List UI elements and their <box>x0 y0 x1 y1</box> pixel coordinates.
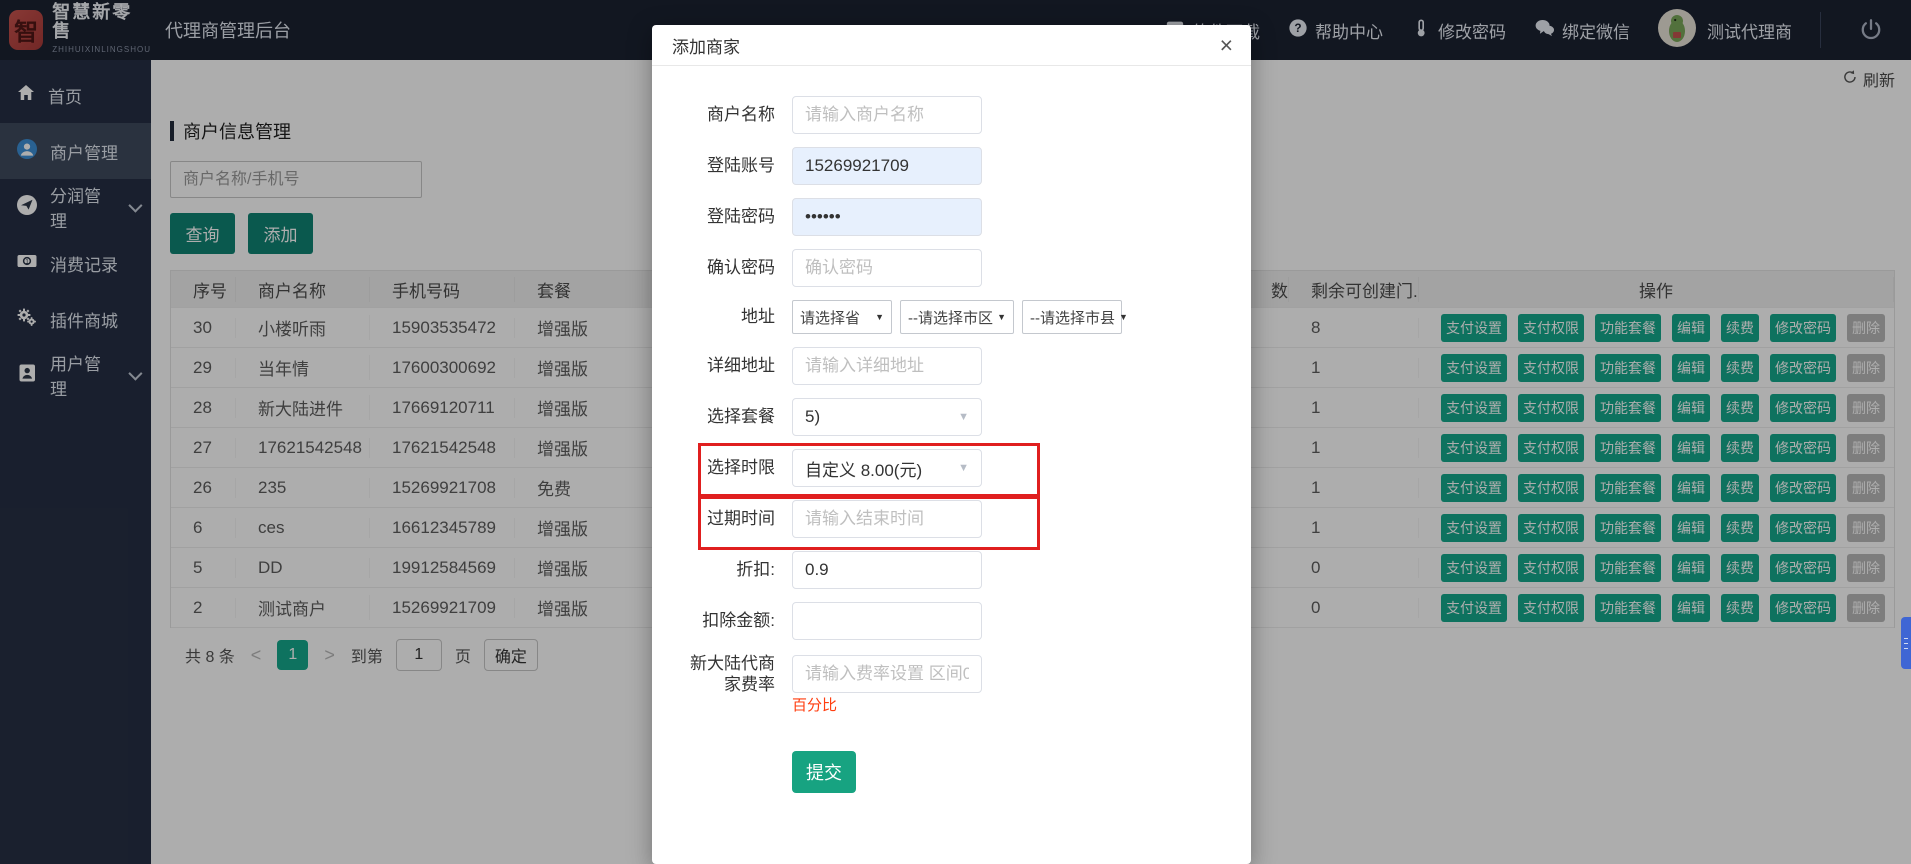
field-label-duration-select: 选择时限 <box>707 458 775 478</box>
expire-time-input[interactable] <box>792 500 982 538</box>
address-select-0[interactable]: 请选择省 ▼ <box>792 300 892 334</box>
deduct-amount-input[interactable] <box>792 602 982 640</box>
select-value: 请选择省 <box>800 309 861 327</box>
close-icon[interactable]: × <box>1220 33 1233 57</box>
field-label-newland-rate: 新大陆代商家费率 <box>690 654 775 695</box>
modal-row-login-password: 登陆密码 <box>652 198 1251 236</box>
address-select-1[interactable]: --请选择市区 ▼ <box>900 300 1014 334</box>
modal-row-package-select: 选择套餐 5) ▼ <box>652 398 1251 436</box>
field-label-login-account: 登陆账号 <box>707 156 775 176</box>
field-label-confirm-password: 确认密码 <box>707 258 775 278</box>
discount-input[interactable] <box>792 551 982 589</box>
floating-side-widget[interactable] <box>1901 617 1911 669</box>
field-label-package-select: 选择套餐 <box>707 407 775 427</box>
modal-row-confirm-password: 确认密码 <box>652 249 1251 287</box>
field-label-address-detail: 详细地址 <box>707 356 775 376</box>
dropdown-value: 自定义 8.00(元) <box>805 460 923 480</box>
field-label-deduct-amount: 扣除金额: <box>702 611 775 631</box>
submit-button[interactable]: 提交 <box>792 750 856 793</box>
modal-row-duration-select: 选择时限 自定义 8.00(元) ▼ <box>652 443 1251 499</box>
modal-row-deduct-amount: 扣除金额: <box>652 602 1251 640</box>
address-detail-input[interactable] <box>792 347 982 385</box>
dropdown-value: 5) <box>805 407 821 426</box>
modal-row-merchant-name: 商户名称 <box>652 96 1251 134</box>
modal-row-expire-time: 过期时间 <box>652 494 1251 550</box>
field-label-expire-time: 过期时间 <box>707 509 775 529</box>
select-value: --请选择市区 <box>908 309 993 327</box>
field-label-login-password: 登陆密码 <box>707 207 775 227</box>
modal-row-address: 地址 请选择省 ▼ --请选择市区 ▼ --请选择市县 ▼ <box>652 300 1251 334</box>
confirm-password-input[interactable] <box>792 249 982 287</box>
modal-form: 商户名称登陆账号登陆密码确认密码地址 请选择省 ▼ --请选择市区 ▼ --请选择市县 ▼ 详… <box>652 66 1251 793</box>
package-select[interactable]: 5) ▼ <box>792 398 982 436</box>
field-label-merchant-name: 商户名称 <box>707 105 775 125</box>
modal-row-discount: 折扣: <box>652 551 1251 589</box>
chevron-down-icon: ▼ <box>958 462 969 474</box>
select-value: --请选择市县 <box>1030 309 1115 327</box>
login-password-input[interactable] <box>792 198 982 236</box>
caret-down-icon: ▼ <box>1119 312 1128 322</box>
field-note: 百分比 <box>792 697 838 714</box>
modal-row-login-account: 登陆账号 <box>652 147 1251 185</box>
caret-down-icon: ▼ <box>997 312 1006 322</box>
modal-row-address-detail: 详细地址 <box>652 347 1251 385</box>
duration-select[interactable]: 自定义 8.00(元) ▼ <box>792 449 982 487</box>
modal-title: 添加商家 <box>672 37 740 57</box>
address-select-2[interactable]: --请选择市县 ▼ <box>1022 300 1128 334</box>
modal-row-newland-rate: 新大陆代商家费率百分比 <box>652 653 1251 714</box>
caret-down-icon: ▼ <box>875 312 884 322</box>
field-label-discount: 折扣: <box>736 560 775 580</box>
add-merchant-modal: 添加商家 × 商户名称登陆账号登陆密码确认密码地址请选择省▼--请选择市区▼--… <box>652 25 1251 864</box>
login-account-input[interactable] <box>792 147 982 185</box>
merchant-name-input[interactable] <box>792 96 982 134</box>
chevron-down-icon: ▼ <box>958 411 969 423</box>
field-label-address: 地址 <box>741 307 775 327</box>
newland-rate-input[interactable] <box>792 655 982 694</box>
